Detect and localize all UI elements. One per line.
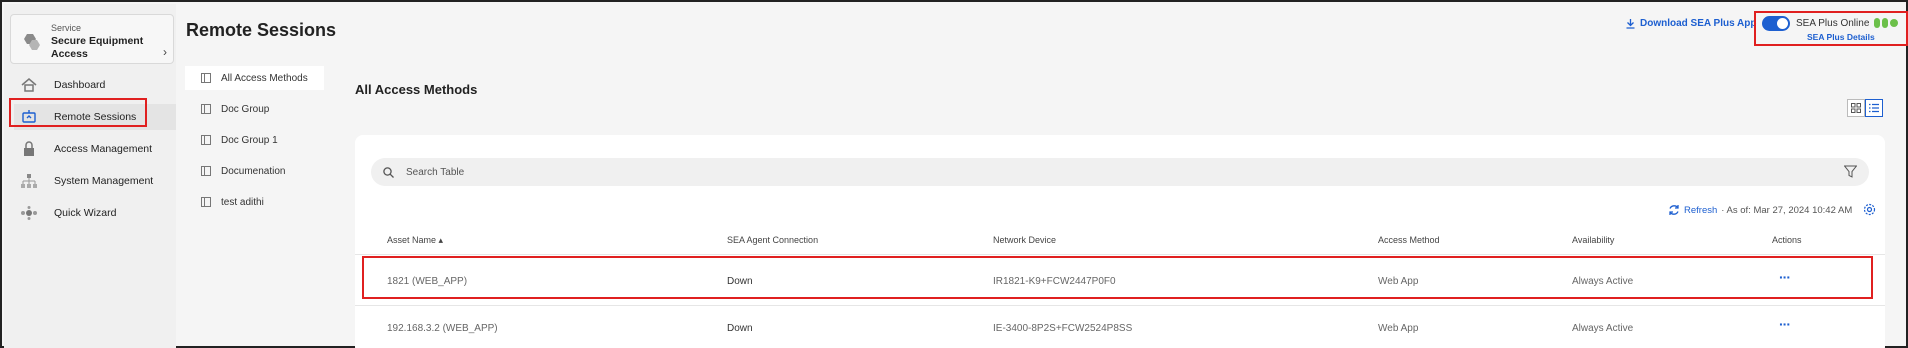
list-view-button[interactable] (1865, 99, 1883, 117)
access-group-list: All Access Methods Doc Group Doc Group 1… (185, 66, 324, 221)
group-icon (201, 73, 211, 83)
download-label: Download SEA Plus App (1640, 18, 1757, 29)
group-item-doc-group[interactable]: Doc Group (185, 97, 324, 121)
group-icon (201, 197, 211, 207)
search-icon (383, 166, 394, 178)
highlight-remote-sessions (9, 98, 147, 127)
filter-icon[interactable] (1843, 165, 1858, 183)
service-caption: Service (51, 23, 82, 33)
column-header-access-method[interactable]: Access Method (1378, 235, 1440, 245)
cell-availability: Always Active (1572, 323, 1634, 334)
group-item-doc-group-1[interactable]: Doc Group 1 (185, 128, 324, 152)
group-icon (201, 104, 211, 114)
nav-item-quick-wizard[interactable]: Quick Wizard (14, 200, 176, 226)
download-icon (1626, 18, 1635, 29)
group-item-all-access-methods[interactable]: All Access Methods (185, 66, 324, 90)
view-toggle (1847, 99, 1883, 117)
section-title: All Access Methods (355, 82, 478, 97)
sidebar: Service Secure Equipment Access › Dashbo… (4, 4, 176, 348)
nav-label: Access Management (54, 143, 153, 155)
nav-item-system-management[interactable]: System Management (14, 168, 176, 194)
group-label: test adithi (221, 196, 264, 208)
cell-access-method: Web App (1378, 323, 1419, 334)
cell-network-device: IE-3400-8P2S+FCW2524P8SS (993, 323, 1133, 334)
gear-icon[interactable] (1863, 203, 1876, 221)
hexagon-icon (21, 33, 41, 51)
chevron-right-icon: › (163, 45, 167, 59)
refresh-icon[interactable] (1668, 204, 1680, 216)
more-actions-icon[interactable]: ··· (1779, 316, 1791, 332)
access-methods-card: Refresh · As of: Mar 27, 2024 10:42 AM A… (355, 135, 1885, 348)
grid-icon (1851, 103, 1861, 113)
download-sea-plus-link[interactable]: Download SEA Plus App (1626, 18, 1756, 29)
group-item-documenation[interactable]: Documenation (185, 159, 324, 183)
grid-view-button[interactable] (1847, 99, 1865, 117)
service-name: Secure Equipment Access (51, 35, 144, 60)
network-icon (20, 173, 38, 189)
search-bar (371, 158, 1869, 186)
wizard-icon (20, 205, 38, 221)
list-icon (1869, 103, 1879, 113)
group-label: Doc Group 1 (221, 134, 278, 146)
group-label: Doc Group (221, 103, 270, 115)
nav-label: Quick Wizard (54, 207, 117, 219)
group-icon (201, 166, 211, 176)
page-title: Remote Sessions (186, 20, 337, 40)
group-label: Documenation (221, 165, 286, 177)
service-selector[interactable]: Service Secure Equipment Access › (10, 14, 174, 64)
sort-asc-icon: ▴ (438, 235, 444, 245)
refresh-row: Refresh · As of: Mar 27, 2024 10:42 AM (1668, 204, 1852, 216)
row-divider (355, 305, 1885, 306)
refresh-link[interactable]: Refresh (1684, 205, 1717, 216)
as-of-timestamp: · As of: Mar 27, 2024 10:42 AM (1721, 204, 1853, 216)
group-icon (201, 135, 211, 145)
nav-label: Dashboard (54, 79, 106, 91)
column-header-asset-name[interactable]: Asset Name ▴ (387, 235, 443, 246)
highlight-sea-plus-status (1754, 11, 1908, 46)
app-frame: Service Secure Equipment Access › Dashbo… (0, 0, 1908, 348)
row-divider (355, 254, 1885, 255)
cell-asset-name[interactable]: 192.168.3.2 (WEB_APP) (387, 323, 498, 334)
home-icon (20, 77, 38, 93)
column-header-network-device[interactable]: Network Device (993, 235, 1056, 245)
lock-icon (20, 141, 38, 157)
group-item-test-adithi[interactable]: test adithi (185, 190, 324, 214)
column-header-availability[interactable]: Availability (1572, 235, 1614, 245)
highlight-first-row (362, 256, 1873, 299)
nav-label: System Management (54, 175, 154, 187)
group-label: All Access Methods (221, 72, 308, 84)
search-input[interactable] (406, 166, 1706, 178)
nav-item-access-management[interactable]: Access Management (14, 136, 176, 162)
cell-connection: Down (727, 323, 753, 334)
column-header-sea-agent-connection[interactable]: SEA Agent Connection (727, 235, 818, 245)
column-header-actions: Actions (1772, 235, 1802, 245)
nav-item-dashboard[interactable]: Dashboard (14, 72, 176, 98)
